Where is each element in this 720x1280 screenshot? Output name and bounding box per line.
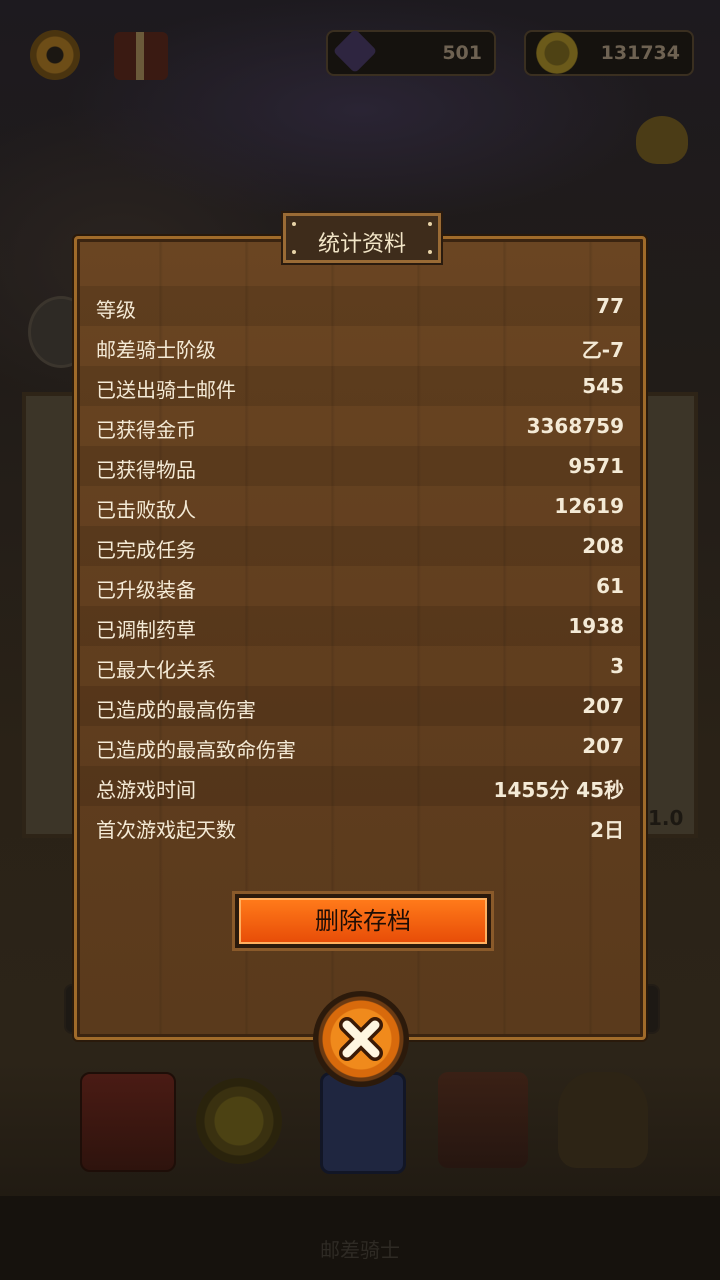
stat-row-total-playtime: 总游戏时间 1455分 45秒 [80,766,640,806]
equipment-icon[interactable] [438,1072,528,1168]
stat-label: 邮差骑士阶级 [96,338,216,362]
dialog-title: 统计资料 [317,232,406,257]
close-x-icon [339,1017,383,1061]
stat-row-days-since-first-play: 首次游戏起天数 2日 [80,806,640,846]
stat-value: 乙-7 [581,338,624,362]
settings-gear-icon[interactable] [30,30,80,80]
stat-label: 已送出骑士邮件 [96,378,236,402]
stat-label: 已升级装备 [96,578,196,602]
stat-row-max-critical-damage: 已造成的最高致命伤害 207 [80,726,640,766]
stat-value: 207 [582,734,624,758]
stat-label: 已造成的最高伤害 [96,698,256,722]
stat-label: 已完成任务 [96,538,196,562]
stat-label: 已获得物品 [96,458,196,482]
delete-save-label: 删除存档 [239,898,487,944]
stat-row-quests-completed: 已完成任务 208 [80,526,640,566]
bottom-title: 邮差骑士 [320,1238,400,1262]
stat-label: 已造成的最高致命伤害 [96,738,296,762]
stat-row-rank: 邮差骑士阶级 乙-7 [80,326,640,366]
stat-row-relations-maxed: 已最大化关系 3 [80,646,640,686]
stats-list: 等级 77 邮差骑士阶级 乙-7 已送出骑士邮件 545 已获得金币 33687… [80,286,640,846]
stats-dialog: 统计资料 等级 77 邮差骑士阶级 乙-7 已送出骑士邮件 545 已获得金币 … [74,211,646,1087]
title-plate: 统计资料 [281,211,443,265]
stat-value: 1938 [568,614,624,638]
stat-row-enemies-defeated: 已击败敌人 12619 [80,486,640,526]
book-icon[interactable] [80,1072,176,1172]
stat-value: 3368759 [526,414,624,438]
delete-save-button[interactable]: 删除存档 [232,891,494,951]
gem-counter: 501 [326,28,496,76]
coin-counter: 131734 [524,30,694,76]
gem-icon [332,28,378,74]
stat-label: 总游戏时间 [96,778,196,802]
close-button[interactable] [313,991,409,1087]
coin-icon [536,32,578,74]
card-icon[interactable] [320,1072,406,1174]
stat-row-items-obtained: 已获得物品 9571 [80,446,640,486]
coin-count: 131734 [600,42,680,64]
gift-box-icon[interactable] [114,32,168,80]
stat-value: 77 [596,294,624,318]
stat-value: 208 [582,534,624,558]
stat-label: 已获得金币 [96,418,196,442]
loot-bag-icon[interactable] [558,1072,648,1168]
stat-row-herbs-brewed: 已调制药草 1938 [80,606,640,646]
stat-label: 已最大化关系 [96,658,216,682]
stat-label: 首次游戏起天数 [96,818,236,842]
stat-value: 545 [582,374,624,398]
stat-row-gold-earned: 已获得金币 3368759 [80,406,640,446]
stat-value: 1455分 45秒 [493,778,624,802]
stat-label: 等级 [96,298,136,322]
stat-label: 已调制药草 [96,618,196,642]
version-text: 1.0 [648,806,684,830]
stat-label: 已击败敌人 [96,498,196,522]
stat-row-mail-sent: 已送出骑士邮件 545 [80,366,640,406]
star-coin-icon[interactable] [196,1078,282,1164]
stat-value: 9571 [568,454,624,478]
stat-row-equipment-upgraded: 已升级装备 61 [80,566,640,606]
stat-value: 3 [610,654,624,678]
stat-value: 61 [596,574,624,598]
stat-value: 12619 [554,494,624,518]
bag-icon[interactable] [636,116,688,164]
gem-count: 501 [442,42,482,64]
stat-value: 207 [582,694,624,718]
stat-row-max-damage: 已造成的最高伤害 207 [80,686,640,726]
stat-row-level: 等级 77 [80,286,640,326]
stat-value: 2日 [590,818,624,842]
